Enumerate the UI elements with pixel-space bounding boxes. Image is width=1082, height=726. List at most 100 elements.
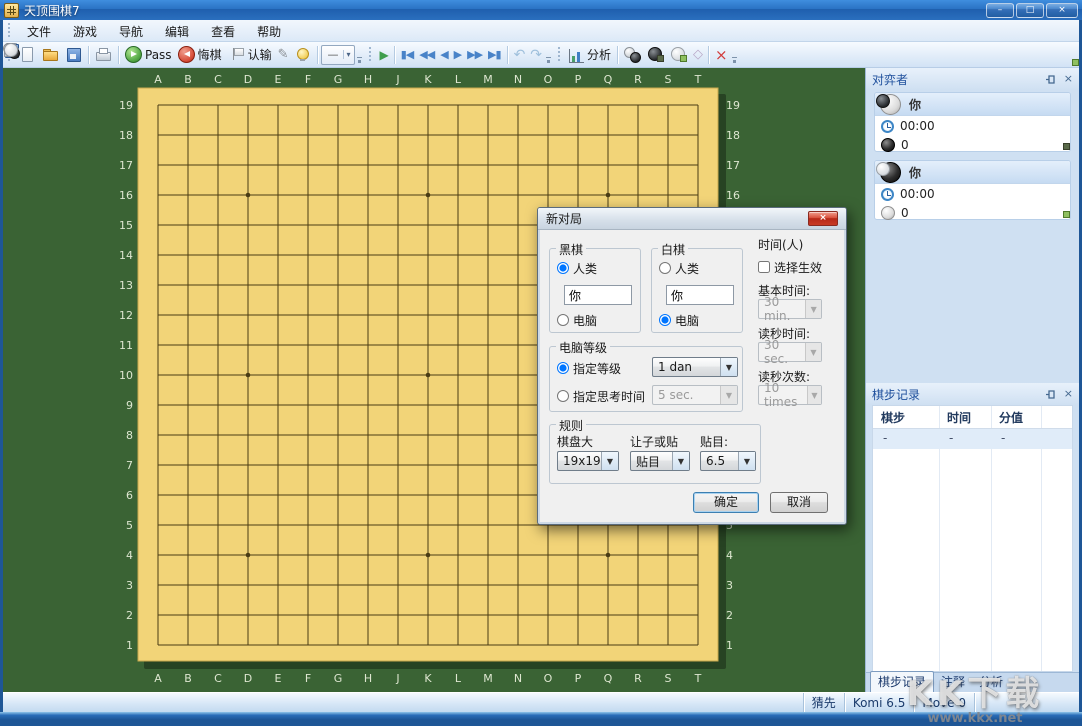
svg-text:8: 8 — [126, 429, 133, 442]
board-size-combo[interactable]: 19x19 ▼ — [557, 451, 619, 471]
think-time-radio[interactable]: 指定思考时间 — [557, 389, 645, 403]
menu-item[interactable]: 导航 — [108, 23, 154, 41]
svg-text:H: H — [364, 73, 372, 86]
play-icon[interactable]: ▶ — [377, 45, 391, 65]
svg-text:F: F — [305, 672, 311, 685]
toolbar-overflow-icon[interactable] — [356, 46, 363, 64]
white-computer-radio[interactable]: 电脑 — [659, 313, 699, 327]
chevron-down-icon: ▼ — [601, 452, 618, 470]
moves-column-header[interactable]: 分值 — [991, 406, 1041, 428]
nav-back-icon[interactable]: ◀ — [437, 45, 450, 65]
status-spacer — [3, 693, 803, 712]
moves-table[interactable]: 棋步时间分值--- — [872, 405, 1073, 672]
rules-group-title: 规则 — [556, 417, 586, 434]
minimize-button[interactable]: – — [986, 3, 1014, 18]
byoyomi-count-combo[interactable]: 10 times ▼ — [758, 385, 822, 405]
white-name-input[interactable] — [666, 285, 734, 305]
player-time-row: 00:00 — [875, 116, 1070, 135]
menu-item[interactable]: 游戏 — [62, 23, 108, 41]
open-file-icon[interactable] — [39, 44, 62, 65]
pass-button[interactable]: Pass — [122, 44, 175, 65]
maximize-button[interactable]: □ — [1016, 3, 1044, 18]
table-row[interactable]: --- — [873, 429, 1072, 449]
moves-table-header: 棋步时间分值 — [873, 406, 1072, 429]
open-file-icon — [42, 46, 59, 63]
save-icon[interactable] — [62, 44, 85, 65]
black-human-radio[interactable]: 人类 — [557, 261, 597, 275]
toolbar-separator — [118, 46, 119, 64]
nav-fast-back-icon[interactable]: ◀◀ — [416, 45, 437, 65]
menu-item[interactable]: 查看 — [200, 23, 246, 41]
komi-combo[interactable]: 6.5 ▼ — [700, 451, 756, 471]
analyze-button[interactable]: 分析 — [566, 44, 614, 65]
black-computer-radio[interactable]: 电脑 — [557, 313, 597, 327]
toolbar-separator — [394, 46, 395, 64]
redo-icon[interactable]: ↷ — [527, 45, 544, 65]
stones-pair-icon[interactable] — [621, 44, 644, 65]
level-combo[interactable]: 1 dan ▼ — [652, 357, 738, 377]
nav-first-icon[interactable]: ▮◀ — [398, 45, 417, 65]
white-stone-icon[interactable] — [667, 44, 690, 65]
nav-first-icon: ▮◀ — [401, 47, 414, 63]
pass-icon — [125, 46, 142, 63]
dialog-close-button[interactable]: × — [808, 211, 838, 226]
svg-text:F: F — [305, 73, 311, 86]
undo-move-button[interactable]: 悔棋 — [175, 44, 225, 65]
resign-button[interactable]: 认输 — [225, 44, 275, 65]
moves-column-header[interactable]: 棋步 — [873, 406, 939, 428]
delete-icon[interactable]: × — [712, 45, 730, 65]
svg-text:18: 18 — [119, 129, 133, 142]
analyze-button-label: 分析 — [587, 46, 611, 63]
players-panel-close-icon[interactable]: × — [1064, 74, 1073, 84]
moves-column-header[interactable]: 时间 — [939, 406, 991, 428]
svg-text:J: J — [395, 672, 399, 685]
menu-item[interactable]: 帮助 — [246, 23, 292, 41]
tab-comments[interactable]: 注释 — [934, 672, 972, 692]
black-stone-icon — [647, 46, 664, 63]
window-close-button[interactable]: × — [1046, 3, 1078, 18]
black-stone-icon[interactable] — [644, 44, 667, 65]
print-icon[interactable] — [92, 44, 115, 65]
svg-text:19: 19 — [119, 99, 133, 112]
black-name-input[interactable] — [564, 285, 632, 305]
nav-forward-icon[interactable]: ▶ — [451, 45, 464, 65]
white-human-radio[interactable]: 人类 — [659, 261, 699, 275]
handicap-combo[interactable]: 贴目 ▼ — [630, 451, 690, 471]
nav-fast-forward-icon[interactable]: ▶▶ — [464, 45, 485, 65]
hint-bulb-icon[interactable] — [291, 44, 314, 65]
toolbar-overflow-icon[interactable] — [731, 46, 738, 64]
cancel-button[interactable]: 取消 — [770, 492, 828, 513]
player-time: 00:00 — [900, 119, 935, 133]
status-tail — [974, 693, 1079, 712]
time-effect-checkbox[interactable]: 选择生效 — [758, 260, 822, 274]
stone-marker-value: — — [328, 48, 339, 61]
basic-time-combo[interactable]: 30 min. ▼ — [758, 299, 822, 319]
dialog-titlebar[interactable]: 新对局 × — [538, 208, 846, 230]
svg-text:G: G — [334, 672, 343, 685]
think-time-combo[interactable]: 5 sec. ▼ — [652, 385, 738, 405]
moves-panel-close-icon[interactable]: × — [1064, 389, 1073, 399]
toolbar-overflow-icon[interactable] — [545, 46, 552, 64]
eraser-icon[interactable]: ◇ — [690, 45, 705, 65]
menu-item[interactable]: 文件 — [16, 23, 62, 41]
svg-text:17: 17 — [119, 159, 133, 172]
chevron-down-icon: ▼ — [807, 386, 821, 404]
tab-moves[interactable]: 棋步记录 — [870, 671, 934, 692]
pin-icon[interactable] — [1045, 389, 1056, 400]
undo-icon[interactable]: ↶ — [511, 45, 528, 65]
menu-item[interactable]: 编辑 — [154, 23, 200, 41]
svg-text:17: 17 — [726, 159, 740, 172]
nav-last-icon[interactable]: ▶▮ — [485, 45, 504, 65]
dialog-title: 新对局 — [546, 210, 582, 227]
tab-analysis[interactable]: 分析 — [972, 672, 1010, 692]
edit-pencil-icon[interactable]: ✎ — [275, 45, 291, 65]
ok-button[interactable]: 确定 — [693, 492, 759, 513]
time-group-title: 时间(人) — [758, 236, 803, 253]
svg-text:B: B — [184, 73, 192, 86]
pin-icon[interactable] — [1045, 74, 1056, 85]
stone-marker-dropdown[interactable]: —▾ — [321, 45, 355, 65]
window-title: 天顶围棋7 — [24, 2, 80, 19]
fixed-level-radio[interactable]: 指定等级 — [557, 361, 621, 375]
eraser-icon: ◇ — [693, 47, 702, 63]
byoyomi-time-combo[interactable]: 30 sec. ▼ — [758, 342, 822, 362]
